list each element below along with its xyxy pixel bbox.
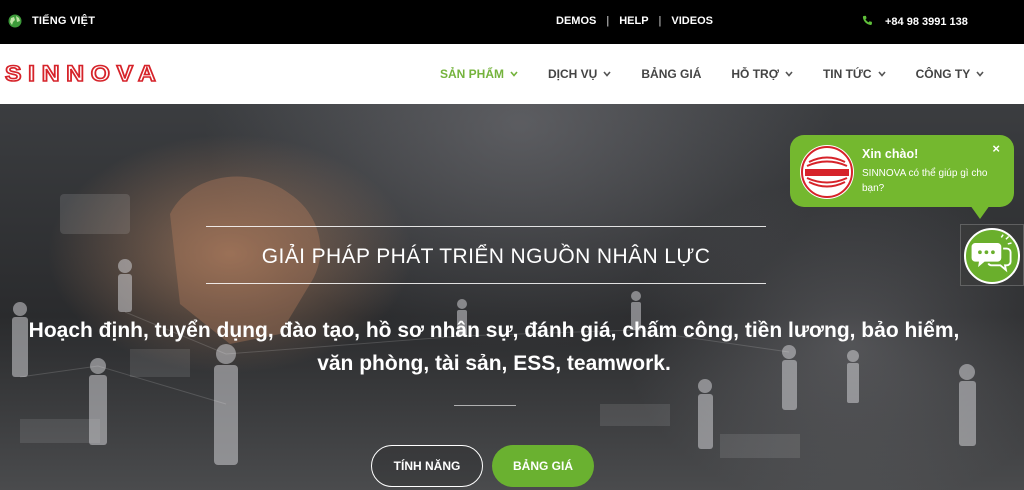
chevron-down-icon — [877, 71, 886, 77]
hero-title: GIẢI PHÁP PHÁT TRIỂN NGUỒN NHÂN LỰC — [261, 245, 711, 268]
chat-greeting: Xin chào! — [862, 147, 919, 161]
title-divider-top — [206, 226, 766, 227]
chat-avatar-logo — [800, 145, 854, 199]
chat-message: SINNOVA có thể giúp gì cho bạn? — [862, 168, 988, 194]
features-button[interactable]: TÍNH NĂNG — [371, 445, 483, 487]
logo-text: SINNOVA — [4, 61, 163, 87]
globe-icon — [8, 14, 22, 28]
demos-link[interactable]: DEMOS — [556, 15, 596, 27]
title-divider-bottom — [206, 283, 766, 284]
hero-subtitle: Hoạch định, tuyển dụng, đào tạo, hồ sơ n… — [28, 319, 960, 375]
sinnova-logo[interactable]: SINNOVA — [4, 61, 171, 87]
language-switcher[interactable]: TIẾNG VIỆT — [8, 14, 95, 28]
nav-item-support[interactable]: HỖ TRỢ — [731, 67, 793, 81]
chevron-down-icon — [976, 71, 984, 77]
nav-item-news[interactable]: TIN TỨC — [823, 67, 886, 81]
chat-launcher-button[interactable] — [964, 228, 1020, 284]
pricing-button[interactable]: BẢNG GIÁ — [492, 445, 594, 487]
chat-greeting-bubble[interactable]: Xin chào! SINNOVA có thể giúp gì cho bạn… — [790, 135, 1014, 207]
nav-item-label: BẢNG GIÁ — [641, 67, 702, 81]
chevron-down-icon — [785, 71, 793, 77]
nav-item-label: SẢN PHẨM — [440, 67, 505, 81]
nav-item-label: TIN TỨC — [822, 67, 872, 81]
help-link[interactable]: HELP — [619, 15, 648, 27]
nav-item-label: DỊCH VỤ — [548, 67, 598, 81]
nav-item-company[interactable]: CÔNG TY — [916, 67, 985, 81]
subtitle-divider — [454, 405, 516, 406]
nav-item-services[interactable]: DỊCH VỤ — [548, 67, 611, 81]
phone-contact[interactable]: +84 98 3991 138 — [862, 15, 968, 29]
chat-bubble-tail — [970, 205, 990, 219]
close-icon[interactable]: × — [992, 141, 1000, 156]
top-bar: TIẾNG VIỆT DEMOS | HELP | VIDEOS +84 98 … — [0, 0, 1024, 44]
videos-link[interactable]: VIDEOS — [671, 15, 713, 27]
link-separator: | — [658, 15, 662, 27]
chevron-down-icon — [603, 71, 611, 77]
nav-item-pricing[interactable]: BẢNG GIÁ — [641, 67, 701, 81]
chevron-down-icon — [510, 71, 518, 77]
chat-bubbles-icon — [971, 234, 1012, 273]
phone-icon — [862, 15, 873, 29]
nav-menu: SẢN PHẨM DỊCH VỤ BẢNG GIÁ HỖ TRỢ TIN TỨC… — [440, 67, 1014, 81]
main-nav: SINNOVA SẢN PHẨM DỊCH VỤ BẢNG GIÁ HỖ TRỢ… — [0, 44, 1024, 104]
language-label: TIẾNG VIỆT — [32, 15, 96, 27]
phone-number: +84 98 3991 138 — [885, 16, 968, 28]
nav-item-label: HỖ TRỢ — [731, 67, 779, 81]
nav-item-products[interactable]: SẢN PHẨM — [440, 67, 518, 81]
top-links: DEMOS | HELP | VIDEOS — [556, 15, 713, 27]
nav-item-label: CÔNG TY — [915, 67, 971, 81]
link-separator: | — [606, 15, 610, 27]
